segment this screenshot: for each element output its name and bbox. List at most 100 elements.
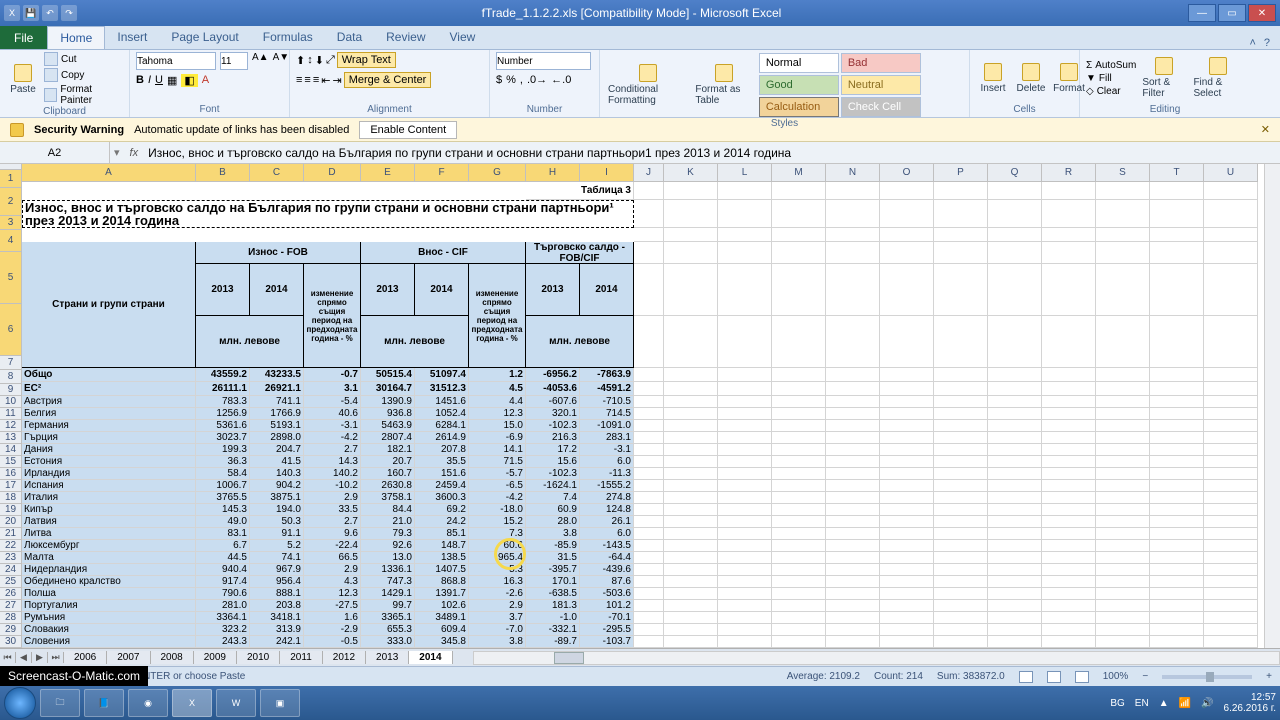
empty-19-10[interactable]	[1150, 408, 1204, 420]
data-val-20-0[interactable]: 83.1	[196, 528, 250, 540]
empty-18-5[interactable]	[1096, 264, 1150, 316]
hdr-export[interactable]: Износ - FOB	[196, 242, 361, 264]
empty-13-11[interactable]	[826, 420, 880, 432]
sheet-tab-2011[interactable]: 2011	[280, 651, 323, 664]
empty-15-24[interactable]	[934, 576, 988, 588]
taskbar-chrome-icon[interactable]: ◉	[128, 689, 168, 717]
data-val-7-1[interactable]: 43233.5	[250, 368, 304, 382]
normal-view-icon[interactable]	[1019, 671, 1033, 683]
empty-17-28[interactable]	[1042, 624, 1096, 636]
column-header-T[interactable]: T	[1150, 164, 1204, 182]
empty-12-6[interactable]	[772, 316, 826, 368]
empty-19-26[interactable]	[1150, 600, 1204, 612]
row-header-8[interactable]: 8	[0, 370, 22, 384]
empty-16-22[interactable]	[988, 552, 1042, 564]
tray-flag-icon[interactable]: ▲	[1159, 698, 1169, 709]
empty-15-13[interactable]	[934, 444, 988, 456]
align-bottom-icon[interactable]: ⬇	[315, 54, 324, 67]
row-header-15[interactable]: 15	[0, 456, 22, 468]
empty-9-15[interactable]	[634, 468, 664, 480]
empty-17-6[interactable]	[1042, 316, 1096, 368]
sheet-tab-2009[interactable]: 2009	[194, 651, 237, 664]
data-val-27-5[interactable]: 3.7	[469, 612, 526, 624]
data-country-22[interactable]: Малта	[22, 552, 196, 564]
hdr-bal-2014[interactable]: 2014	[580, 264, 634, 316]
empty-18-24[interactable]	[1096, 576, 1150, 588]
empty-9-18[interactable]	[634, 504, 664, 516]
row-header-25[interactable]: 25	[0, 576, 22, 588]
hdr-imp-2013[interactable]: 2013	[361, 264, 415, 316]
empty-17-11[interactable]	[1042, 420, 1096, 432]
empty-18-9[interactable]	[1096, 396, 1150, 408]
empty-19-3[interactable]	[1150, 228, 1204, 242]
taskbar-mozilla-icon[interactable]: 📘	[84, 689, 124, 717]
empty-15-6[interactable]	[934, 316, 988, 368]
empty-13-2[interactable]	[826, 200, 880, 228]
save-icon[interactable]: 💾	[23, 5, 39, 21]
empty-16-20[interactable]	[988, 528, 1042, 540]
empty-16-19[interactable]	[988, 516, 1042, 528]
data-val-10-2[interactable]: 40.6	[304, 408, 361, 420]
empty-17-26[interactable]	[1042, 600, 1096, 612]
data-val-11-0[interactable]: 5361.6	[196, 420, 250, 432]
empty-9-9[interactable]	[634, 396, 664, 408]
empty-15-16[interactable]	[934, 480, 988, 492]
style-normal[interactable]: Normal	[759, 53, 839, 73]
empty-14-17[interactable]	[880, 492, 934, 504]
data-val-17-5[interactable]: -4.2	[469, 492, 526, 504]
data-val-14-6[interactable]: 15.6	[526, 456, 580, 468]
empty-20-13[interactable]	[1204, 444, 1258, 456]
data-val-13-7[interactable]: -3.1	[580, 444, 634, 456]
data-val-26-0[interactable]: 281.0	[196, 600, 250, 612]
empty-12-23[interactable]	[772, 564, 826, 576]
empty-13-20[interactable]	[826, 528, 880, 540]
sheet-tab-2007[interactable]: 2007	[107, 651, 150, 664]
data-val-29-1[interactable]: 242.1	[250, 636, 304, 648]
data-val-18-4[interactable]: 69.2	[415, 504, 469, 516]
taskbar-explorer-icon[interactable]: 🗀	[40, 689, 80, 717]
empty-12-25[interactable]	[772, 588, 826, 600]
empty-12-5[interactable]	[772, 264, 826, 316]
empty-14-23[interactable]	[880, 564, 934, 576]
empty-10-26[interactable]	[664, 600, 718, 612]
empty-16-8[interactable]	[988, 382, 1042, 396]
ribbon-tab-formulas[interactable]: Formulas	[251, 26, 325, 49]
empty-11-15[interactable]	[718, 468, 772, 480]
empty-20-18[interactable]	[1204, 504, 1258, 516]
empty-19-13[interactable]	[1150, 444, 1204, 456]
empty-12-20[interactable]	[772, 528, 826, 540]
empty-10-12[interactable]	[664, 432, 718, 444]
empty-20-23[interactable]	[1204, 564, 1258, 576]
empty-17-8[interactable]	[1042, 382, 1096, 396]
empty-13-26[interactable]	[826, 600, 880, 612]
data-val-23-2[interactable]: 2.9	[304, 564, 361, 576]
empty-16-28[interactable]	[988, 624, 1042, 636]
data-val-17-6[interactable]: 7.4	[526, 492, 580, 504]
data-val-23-6[interactable]: -395.7	[526, 564, 580, 576]
empty-10-14[interactable]	[664, 456, 718, 468]
empty-17-16[interactable]	[1042, 480, 1096, 492]
data-country-8[interactable]: ЕС²	[22, 382, 196, 396]
empty-10-13[interactable]	[664, 444, 718, 456]
empty-17-14[interactable]	[1042, 456, 1096, 468]
empty-12-4[interactable]	[772, 242, 826, 264]
data-val-22-0[interactable]: 44.5	[196, 552, 250, 564]
data-val-23-3[interactable]: 1336.1	[361, 564, 415, 576]
column-header-G[interactable]: G	[469, 164, 526, 182]
empty-12-26[interactable]	[772, 600, 826, 612]
empty-11-25[interactable]	[718, 588, 772, 600]
empty-9-25[interactable]	[634, 588, 664, 600]
data-val-21-5[interactable]: 60.6	[469, 540, 526, 552]
data-val-27-7[interactable]: -70.1	[580, 612, 634, 624]
empty-12-8[interactable]	[772, 382, 826, 396]
cells-grid[interactable]: Таблица 3Износ, внос и търговско салдо н…	[22, 182, 1264, 648]
data-val-22-7[interactable]: -64.4	[580, 552, 634, 564]
data-val-11-5[interactable]: 15.0	[469, 420, 526, 432]
close-button[interactable]: ✕	[1248, 4, 1276, 22]
column-header-L[interactable]: L	[718, 164, 772, 182]
data-val-17-3[interactable]: 3758.1	[361, 492, 415, 504]
empty-14-24[interactable]	[880, 576, 934, 588]
empty-11-24[interactable]	[718, 576, 772, 588]
empty-18-29[interactable]	[1096, 636, 1150, 648]
data-val-8-2[interactable]: 3.1	[304, 382, 361, 396]
